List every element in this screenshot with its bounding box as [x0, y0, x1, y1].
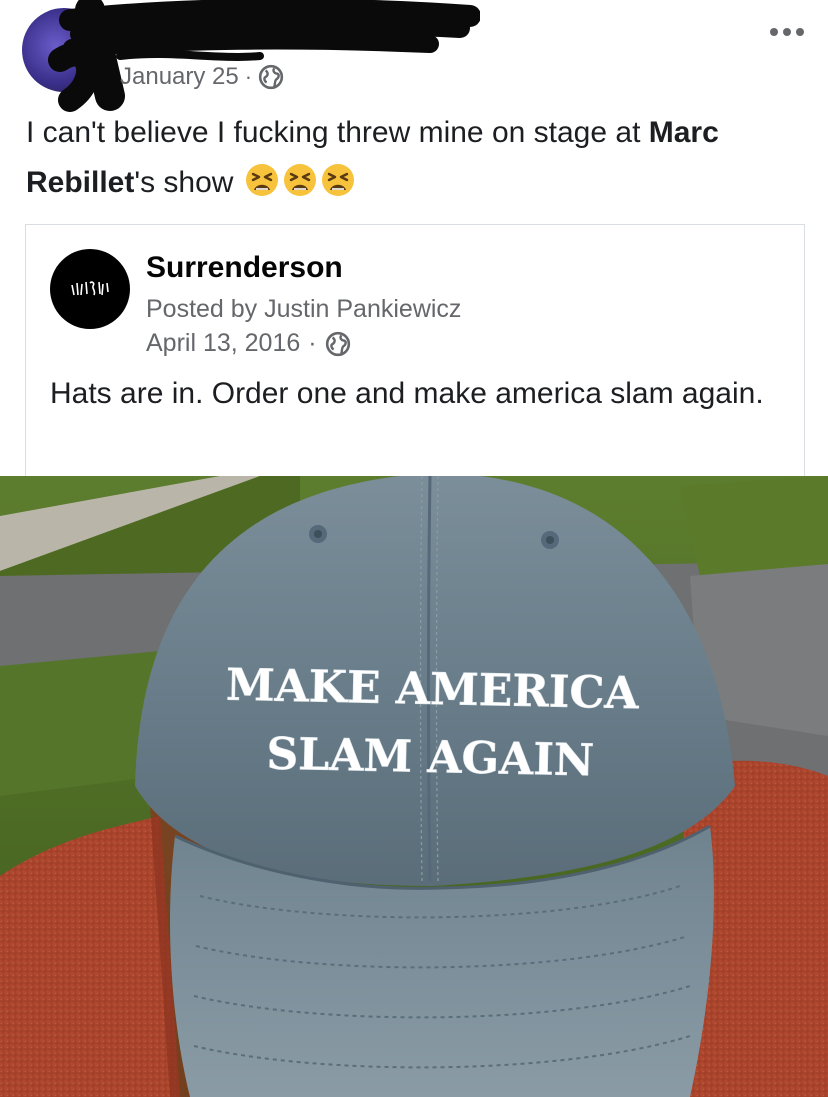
emoji-group — [242, 164, 356, 199]
hat-photo-illustration: MAKE AMERICA SLAM AGAIN — [0, 476, 828, 1097]
redaction-scribble — [48, 0, 480, 112]
page-name-link[interactable]: Surrenderson — [146, 251, 343, 285]
post-header: January 25 · — [0, 0, 828, 112]
shared-post-date[interactable]: April 13, 2016 — [146, 329, 300, 358]
shared-post-meta: April 13, 2016 · — [146, 329, 351, 358]
hat-text-line2: SLAM AGAIN — [266, 729, 595, 787]
post-date[interactable]: January 25 — [120, 63, 239, 91]
tired-face-emoji-icon — [283, 164, 316, 196]
post-meta: January 25 · — [120, 62, 284, 92]
shared-post-card[interactable]: Surrenderson Posted by Justin Pankiewicz… — [25, 224, 805, 476]
tired-face-emoji-icon — [245, 164, 278, 196]
tired-face-emoji-icon — [321, 164, 354, 196]
globe-icon — [325, 331, 350, 356]
meta-separator: · — [308, 329, 317, 357]
meta-separator: · — [244, 64, 253, 89]
post-message: I can't believe I fucking threw mine on … — [26, 116, 719, 199]
more-options-button[interactable] — [770, 28, 804, 36]
page-logo-icon — [71, 281, 109, 296]
globe-icon — [258, 64, 284, 90]
shared-post-message: Hats are in. Order one and make america … — [50, 377, 764, 410]
posted-by: Posted by Justin Pankiewicz — [146, 295, 462, 323]
more-icon — [770, 28, 778, 36]
hat-text-line1: MAKE AMERICA — [225, 660, 639, 720]
post-photo[interactable]: MAKE AMERICA SLAM AGAIN — [0, 476, 828, 1097]
page-avatar[interactable] — [50, 249, 130, 329]
